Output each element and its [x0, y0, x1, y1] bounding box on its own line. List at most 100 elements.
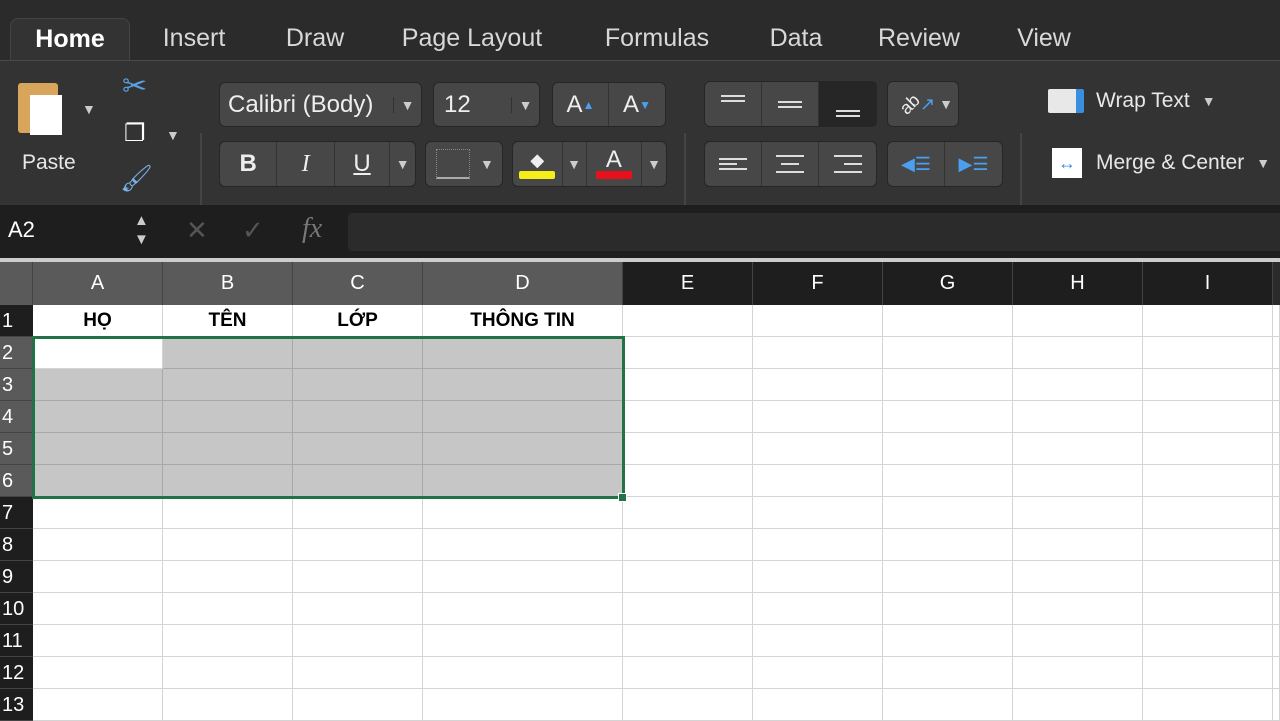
- row-header-7[interactable]: 7: [0, 497, 33, 529]
- cancel-icon[interactable]: ✕: [186, 215, 208, 246]
- cell-C8[interactable]: [293, 529, 423, 561]
- orientation-button[interactable]: ab ↗ ▼: [887, 81, 959, 127]
- copy-icon[interactable]: ❐: [124, 119, 146, 148]
- cell-G4[interactable]: [883, 401, 1013, 433]
- cell-A13[interactable]: [33, 689, 163, 721]
- cell-F7[interactable]: [753, 497, 883, 529]
- cell-I13[interactable]: [1143, 689, 1273, 721]
- merge-center-button[interactable]: ↔ Merge & Center ▼: [1052, 148, 1270, 178]
- cell-D12[interactable]: [423, 657, 623, 689]
- cell-J11[interactable]: [1273, 625, 1280, 657]
- cell-H1[interactable]: [1013, 305, 1143, 337]
- cell-E13[interactable]: [623, 689, 753, 721]
- cell-G7[interactable]: [883, 497, 1013, 529]
- cell-G9[interactable]: [883, 561, 1013, 593]
- cell-C4[interactable]: [293, 401, 423, 433]
- cell-I1[interactable]: [1143, 305, 1273, 337]
- cell-G8[interactable]: [883, 529, 1013, 561]
- cell-G2[interactable]: [883, 337, 1013, 369]
- cell-D8[interactable]: [423, 529, 623, 561]
- tab-home[interactable]: Home: [10, 18, 130, 60]
- cell-E7[interactable]: [623, 497, 753, 529]
- font-color-button[interactable]: A: [587, 142, 643, 186]
- cell-A9[interactable]: [33, 561, 163, 593]
- cell-H11[interactable]: [1013, 625, 1143, 657]
- cut-icon[interactable]: ✂: [122, 69, 147, 104]
- cell-D13[interactable]: [423, 689, 623, 721]
- cell-D5[interactable]: [423, 433, 623, 465]
- tab-review[interactable]: Review: [866, 18, 972, 60]
- cell-G5[interactable]: [883, 433, 1013, 465]
- column-header-A[interactable]: A: [33, 262, 163, 305]
- cell-E11[interactable]: [623, 625, 753, 657]
- cell-D7[interactable]: [423, 497, 623, 529]
- cell-J10[interactable]: [1273, 593, 1280, 625]
- bold-button[interactable]: B: [220, 142, 278, 186]
- cell-G10[interactable]: [883, 593, 1013, 625]
- cell-H13[interactable]: [1013, 689, 1143, 721]
- cell-F11[interactable]: [753, 625, 883, 657]
- row-header-1[interactable]: 1: [0, 305, 33, 337]
- cell-B13[interactable]: [163, 689, 293, 721]
- cell-J6[interactable]: [1273, 465, 1280, 497]
- cell-D6[interactable]: [423, 465, 623, 497]
- cell-I5[interactable]: [1143, 433, 1273, 465]
- column-header-I[interactable]: I: [1143, 262, 1273, 305]
- select-all-button[interactable]: [0, 262, 33, 305]
- cell-H5[interactable]: [1013, 433, 1143, 465]
- row-header-9[interactable]: 9: [0, 561, 33, 593]
- cell-A4[interactable]: [33, 401, 163, 433]
- cell-G1[interactable]: [883, 305, 1013, 337]
- cell-D2[interactable]: [423, 337, 623, 369]
- name-box[interactable]: A2 ▲ ▼: [0, 205, 158, 258]
- cell-F5[interactable]: [753, 433, 883, 465]
- cell-D10[interactable]: [423, 593, 623, 625]
- increase-font-size-button[interactable]: A ▲: [553, 83, 610, 126]
- cell-C1[interactable]: LỚP: [293, 305, 423, 337]
- borders-button[interactable]: ▼: [425, 141, 503, 187]
- cell-F12[interactable]: [753, 657, 883, 689]
- row-header-10[interactable]: 10: [0, 593, 33, 625]
- cell-B12[interactable]: [163, 657, 293, 689]
- cell-J8[interactable]: [1273, 529, 1280, 561]
- cell-D4[interactable]: [423, 401, 623, 433]
- row-header-12[interactable]: 12: [0, 657, 33, 689]
- cell-F2[interactable]: [753, 337, 883, 369]
- cell-C2[interactable]: [293, 337, 423, 369]
- decrease-indent-button[interactable]: ◀☰: [888, 142, 946, 186]
- cell-J13[interactable]: [1273, 689, 1280, 721]
- align-middle-button[interactable]: [762, 82, 819, 126]
- cell-D11[interactable]: [423, 625, 623, 657]
- cell-I2[interactable]: [1143, 337, 1273, 369]
- cell-J7[interactable]: [1273, 497, 1280, 529]
- cell-B9[interactable]: [163, 561, 293, 593]
- cell-C5[interactable]: [293, 433, 423, 465]
- cell-I10[interactable]: [1143, 593, 1273, 625]
- cell-D3[interactable]: [423, 369, 623, 401]
- fill-handle[interactable]: [618, 493, 627, 502]
- row-header-11[interactable]: 11: [0, 625, 33, 657]
- cell-C7[interactable]: [293, 497, 423, 529]
- cell-I3[interactable]: [1143, 369, 1273, 401]
- format-painter-icon[interactable]: 🖌: [120, 163, 153, 194]
- underline-dropdown[interactable]: ▼: [390, 142, 415, 186]
- cell-B5[interactable]: [163, 433, 293, 465]
- cell-F6[interactable]: [753, 465, 883, 497]
- cell-I7[interactable]: [1143, 497, 1273, 529]
- column-header-F[interactable]: F: [753, 262, 883, 305]
- cell-H3[interactable]: [1013, 369, 1143, 401]
- increase-indent-button[interactable]: ▶☰: [945, 142, 1002, 186]
- row-header-8[interactable]: 8: [0, 529, 33, 561]
- row-header-3[interactable]: 3: [0, 369, 33, 401]
- cell-H9[interactable]: [1013, 561, 1143, 593]
- cell-C9[interactable]: [293, 561, 423, 593]
- cell-F3[interactable]: [753, 369, 883, 401]
- cell-A2[interactable]: [33, 337, 163, 369]
- cell-F10[interactable]: [753, 593, 883, 625]
- cell-J12[interactable]: [1273, 657, 1280, 689]
- column-header-D[interactable]: D: [423, 262, 623, 305]
- column-header-G[interactable]: G: [883, 262, 1013, 305]
- cell-C12[interactable]: [293, 657, 423, 689]
- cell-A8[interactable]: [33, 529, 163, 561]
- font-name-select[interactable]: Calibri (Body) ▼: [219, 82, 422, 127]
